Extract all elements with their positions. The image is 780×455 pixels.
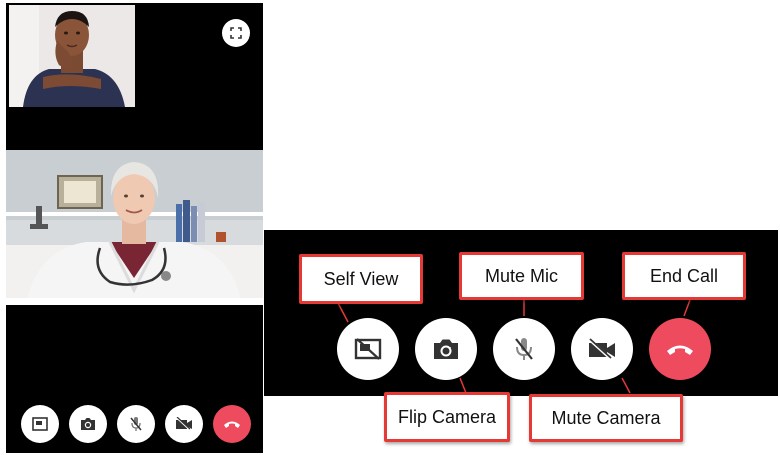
camera-flip-icon xyxy=(433,338,459,360)
mic-off-icon xyxy=(513,336,535,362)
video-call-screen xyxy=(6,3,263,453)
video-off-icon xyxy=(587,338,617,360)
end-call-button-zoomed[interactable] xyxy=(649,318,711,380)
callout-mute-camera: Mute Camera xyxy=(529,394,683,442)
picture-in-picture-icon xyxy=(32,417,48,431)
camera-flip-icon xyxy=(80,417,96,431)
phone-hangup-icon xyxy=(666,342,694,356)
fullscreen-icon xyxy=(229,26,243,40)
callout-self-view: Self View xyxy=(299,254,423,304)
callout-end-call: End Call xyxy=(622,252,746,300)
mute-mic-button[interactable] xyxy=(117,405,155,443)
self-view-toggle-button-zoomed[interactable] xyxy=(337,318,399,380)
self-view-video xyxy=(9,5,135,107)
mute-mic-button-zoomed[interactable] xyxy=(493,318,555,380)
self-view-toggle-button[interactable] xyxy=(21,405,59,443)
picture-in-picture-off-icon xyxy=(354,337,382,361)
patient-avatar-image xyxy=(9,5,135,107)
flip-camera-button-zoomed[interactable] xyxy=(415,318,477,380)
video-off-icon xyxy=(175,417,193,431)
flip-camera-button[interactable] xyxy=(69,405,107,443)
call-controls-bar xyxy=(6,402,263,446)
mute-camera-button[interactable] xyxy=(165,405,203,443)
remote-participant-video xyxy=(6,150,263,305)
mute-camera-button-zoomed[interactable] xyxy=(571,318,633,380)
end-call-button[interactable] xyxy=(213,405,251,443)
expand-video-button[interactable] xyxy=(222,19,250,47)
doctor-video-image xyxy=(6,150,263,305)
callout-mute-mic: Mute Mic xyxy=(459,252,584,300)
mic-off-icon xyxy=(129,416,143,432)
callout-flip-camera: Flip Camera xyxy=(384,392,510,442)
phone-hangup-icon xyxy=(223,419,241,429)
